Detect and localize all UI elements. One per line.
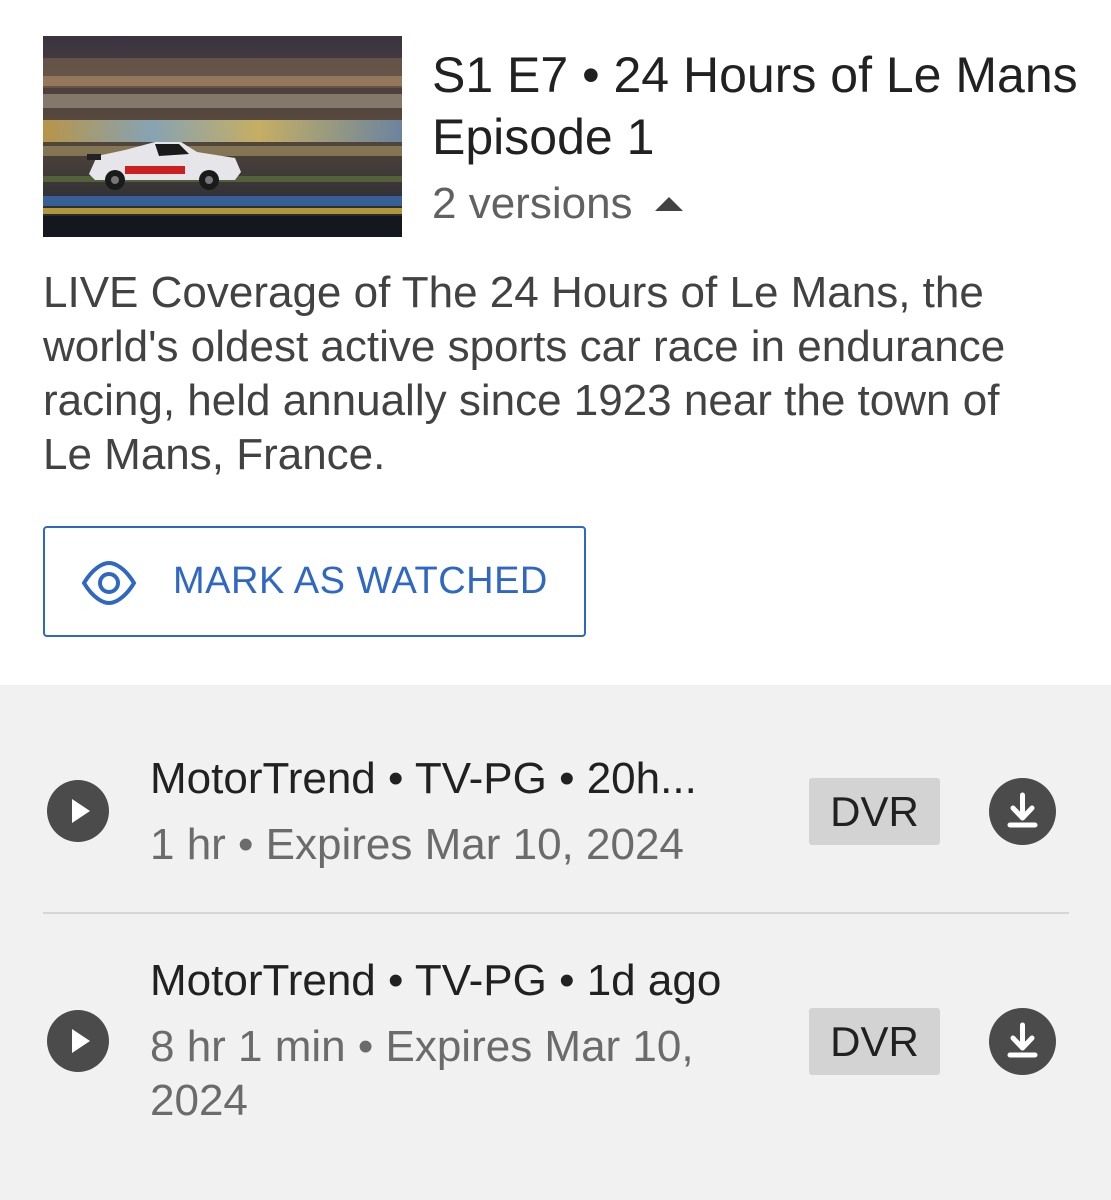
episode-thumbnail[interactable] bbox=[43, 36, 402, 237]
download-icon[interactable] bbox=[989, 778, 1056, 845]
mark-as-watched-button[interactable]: MARK AS WATCHED bbox=[43, 526, 586, 637]
version-row[interactable]: MotorTrend • TV-PG • 1d ago 8 hr 1 min •… bbox=[0, 914, 1111, 1200]
dvr-badge: DVR bbox=[809, 778, 940, 845]
caret-up-icon bbox=[654, 197, 683, 211]
versions-list: MotorTrend • TV-PG • 20h... 1 hr • Expir… bbox=[0, 685, 1111, 1200]
play-icon[interactable] bbox=[47, 780, 109, 842]
episode-description: LIVE Coverage of The 24 Hours of Le Mans… bbox=[43, 268, 1006, 479]
version-row[interactable]: MotorTrend • TV-PG • 20h... 1 hr • Expir… bbox=[0, 685, 1111, 914]
dvr-badge: DVR bbox=[809, 1008, 940, 1075]
mark-as-watched-label: MARK AS WATCHED bbox=[173, 560, 548, 602]
versions-toggle[interactable]: 2 versions bbox=[432, 178, 683, 230]
download-icon[interactable] bbox=[989, 1008, 1056, 1075]
version-network-info: MotorTrend • TV-PG • 20h... bbox=[150, 754, 697, 803]
version-duration-expiry: 8 hr 1 min • Expires Mar 10, 2024 bbox=[150, 1022, 694, 1125]
race-car-image bbox=[43, 36, 402, 237]
episode-title: S1 E7 • 24 Hours of Le Mans Episode 1 bbox=[432, 47, 1078, 165]
eye-icon bbox=[81, 560, 137, 606]
version-network-info: MotorTrend • TV-PG • 1d ago bbox=[150, 956, 722, 1005]
versions-count: 2 versions bbox=[432, 179, 633, 228]
play-icon[interactable] bbox=[47, 1010, 109, 1072]
episode-details: S1 E7 • 24 Hours of Le Mans Episode 1 2 … bbox=[0, 0, 1111, 685]
version-duration-expiry: 1 hr • Expires Mar 10, 2024 bbox=[150, 820, 684, 869]
